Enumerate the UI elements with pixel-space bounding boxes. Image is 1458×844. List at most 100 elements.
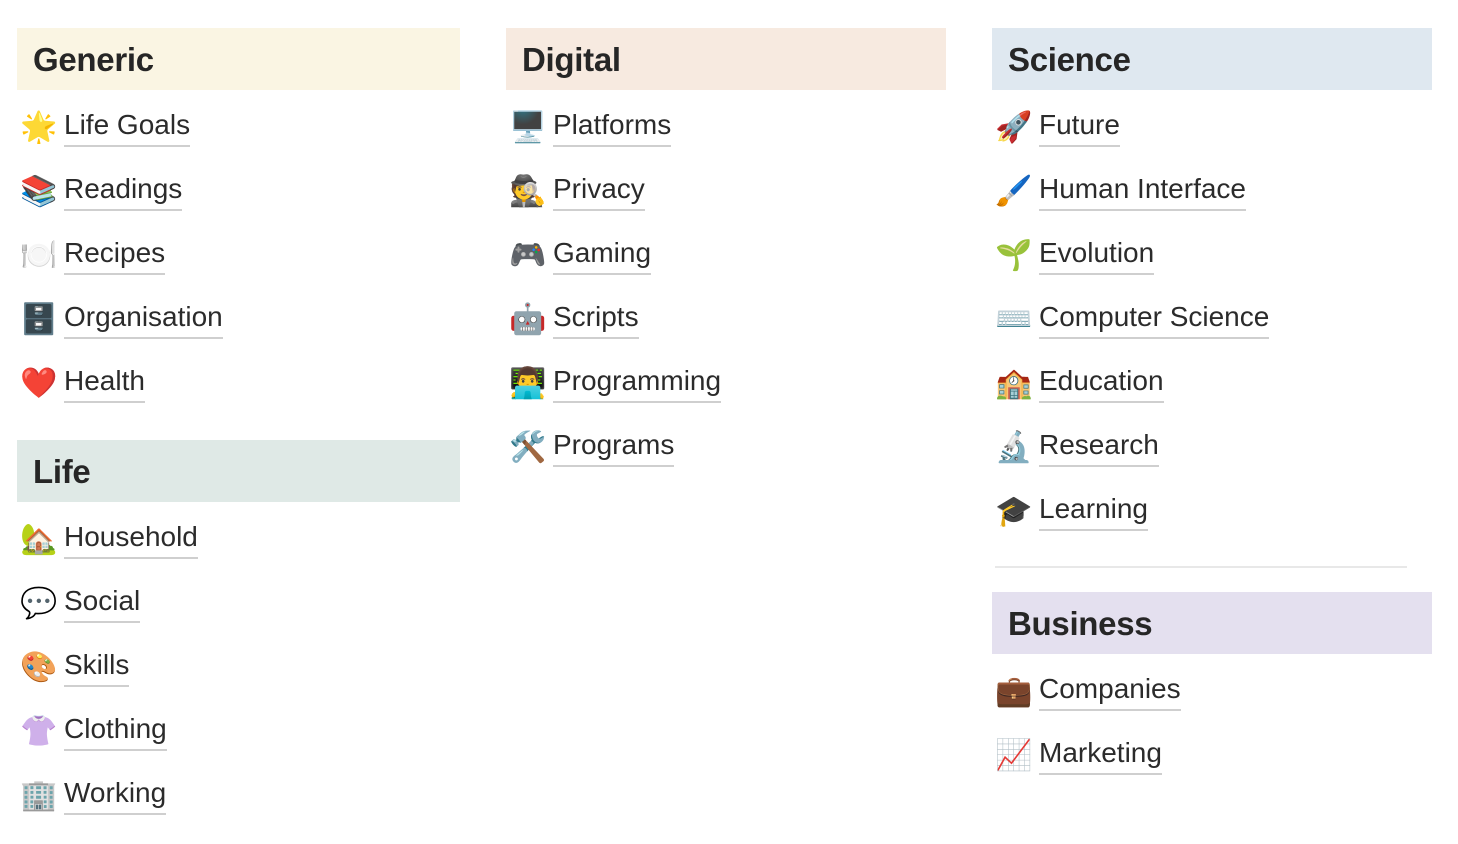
- list-item[interactable]: 🚀 Future: [992, 96, 1432, 160]
- microscope-icon: 🔬: [995, 430, 1033, 465]
- list-item[interactable]: 💼 Companies: [992, 660, 1432, 724]
- section-header-generic: Generic: [17, 28, 460, 90]
- section-header-digital: Digital: [506, 28, 946, 90]
- link-future[interactable]: Future: [1039, 109, 1120, 147]
- list-item[interactable]: 👚 Clothing: [17, 700, 460, 764]
- chart-increasing-icon: 📈: [995, 738, 1033, 773]
- list-item[interactable]: ❤️ Health: [17, 352, 460, 416]
- books-icon: 📚: [20, 174, 58, 209]
- paintbrush-icon: 🖌️: [995, 174, 1033, 209]
- list-item[interactable]: 📈 Marketing: [992, 724, 1432, 788]
- section-header-life: Life: [17, 440, 460, 502]
- link-programming[interactable]: Programming: [553, 365, 722, 403]
- section-header-business: Business: [992, 592, 1432, 654]
- link-readings[interactable]: Readings: [64, 173, 183, 211]
- link-list: 🏡 Household 💬 Social 🎨 Skills 👚 Clothing 🏢 Workin…: [17, 508, 460, 828]
- link-recipes[interactable]: Recipes: [64, 237, 166, 275]
- file-cabinet-icon: 🗄️: [20, 302, 58, 337]
- list-item[interactable]: 📚 Readings: [17, 160, 460, 224]
- red-heart-icon: ❤️: [20, 366, 58, 401]
- section-title: Digital: [522, 40, 621, 78]
- link-human-interface[interactable]: Human Interface: [1039, 173, 1246, 211]
- link-list: 🖥️ Platforms 🕵️ Privacy 🎮 Gaming 🤖 Scripts 👨‍💻 Pr…: [506, 96, 946, 480]
- list-item[interactable]: 🛠️ Programs: [506, 416, 946, 480]
- link-computer-science[interactable]: Computer Science: [1039, 301, 1270, 339]
- section-title: Generic: [33, 40, 154, 78]
- section-life: Life 🏡 Household 💬 Social 🎨 Skills 👚 Clothing 🏢 Wo…: [17, 440, 460, 828]
- link-learning[interactable]: Learning: [1039, 493, 1148, 531]
- list-item[interactable]: 🏫 Education: [992, 352, 1432, 416]
- list-item[interactable]: 🏢 Working: [17, 764, 460, 828]
- link-clothing[interactable]: Clothing: [64, 713, 167, 751]
- glowing-star-icon: 🌟: [20, 110, 58, 145]
- list-item[interactable]: 🎨 Skills: [17, 636, 460, 700]
- school-icon: 🏫: [995, 366, 1033, 401]
- detective-icon: 🕵️: [509, 174, 547, 209]
- section-business: Business 💼 Companies 📈 Marketing: [992, 592, 1432, 788]
- list-item[interactable]: 🗄️ Organisation: [17, 288, 460, 352]
- technologist-icon: 👨‍💻: [509, 366, 547, 401]
- link-social[interactable]: Social: [64, 585, 141, 623]
- list-item[interactable]: 🌟 Life Goals: [17, 96, 460, 160]
- list-item[interactable]: 💬 Social: [17, 572, 460, 636]
- list-item[interactable]: 🕵️ Privacy: [506, 160, 946, 224]
- list-item[interactable]: 🖌️ Human Interface: [992, 160, 1432, 224]
- artist-palette-icon: 🎨: [20, 650, 58, 685]
- section-title: Business: [1008, 604, 1153, 642]
- section-science: Science 🚀 Future 🖌️ Human Interface 🌱 Evolutio…: [992, 28, 1432, 568]
- fork-and-knife-with-plate-icon: 🍽️: [20, 238, 58, 273]
- video-game-controller-icon: 🎮: [509, 238, 547, 273]
- graduation-cap-icon: 🎓: [995, 494, 1033, 529]
- section-title: Life: [33, 452, 91, 490]
- link-household[interactable]: Household: [64, 521, 198, 559]
- link-skills[interactable]: Skills: [64, 649, 130, 687]
- hammer-and-wrench-icon: 🛠️: [509, 430, 547, 465]
- list-item[interactable]: 🍽️ Recipes: [17, 224, 460, 288]
- link-working[interactable]: Working: [64, 777, 167, 815]
- link-education[interactable]: Education: [1039, 365, 1164, 403]
- link-evolution[interactable]: Evolution: [1039, 237, 1155, 275]
- column-left: Generic 🌟 Life Goals 📚 Readings 🍽️ Recipes 🗄️ Or…: [0, 28, 486, 828]
- link-scripts[interactable]: Scripts: [553, 301, 639, 339]
- list-item[interactable]: 👨‍💻 Programming: [506, 352, 946, 416]
- speech-balloon-icon: 💬: [20, 586, 58, 621]
- link-privacy[interactable]: Privacy: [553, 173, 645, 211]
- section-title: Science: [1008, 40, 1131, 78]
- list-item[interactable]: 🏡 Household: [17, 508, 460, 572]
- column-right: Science 🚀 Future 🖌️ Human Interface 🌱 Evolutio…: [972, 28, 1458, 788]
- section-generic: Generic 🌟 Life Goals 📚 Readings 🍽️ Recipes 🗄️ Or…: [17, 28, 460, 416]
- womans-clothes-icon: 👚: [20, 714, 58, 749]
- desktop-computer-icon: 🖥️: [509, 110, 547, 145]
- list-item[interactable]: 🖥️ Platforms: [506, 96, 946, 160]
- list-item[interactable]: ⌨️ Computer Science: [992, 288, 1432, 352]
- link-health[interactable]: Health: [64, 365, 145, 403]
- list-item[interactable]: 🎮 Gaming: [506, 224, 946, 288]
- link-platforms[interactable]: Platforms: [553, 109, 672, 147]
- list-item[interactable]: 🤖 Scripts: [506, 288, 946, 352]
- house-with-garden-icon: 🏡: [20, 522, 58, 557]
- link-research[interactable]: Research: [1039, 429, 1159, 467]
- link-list: 🚀 Future 🖌️ Human Interface 🌱 Evolution ⌨️ Comp…: [992, 96, 1432, 544]
- column-middle: Digital 🖥️ Platforms 🕵️ Privacy 🎮 Gaming 🤖 Scrip…: [486, 28, 972, 480]
- rocket-icon: 🚀: [995, 110, 1033, 145]
- link-organisation[interactable]: Organisation: [64, 301, 223, 339]
- dashboard-board: Generic 🌟 Life Goals 📚 Readings 🍽️ Recipes 🗄️ Or…: [0, 0, 1458, 844]
- keyboard-icon: ⌨️: [995, 302, 1033, 337]
- list-item[interactable]: 🔬 Research: [992, 416, 1432, 480]
- link-programs[interactable]: Programs: [553, 429, 675, 467]
- link-companies[interactable]: Companies: [1039, 673, 1181, 711]
- link-gaming[interactable]: Gaming: [553, 237, 652, 275]
- seedling-icon: 🌱: [995, 238, 1033, 273]
- section-digital: Digital 🖥️ Platforms 🕵️ Privacy 🎮 Gaming 🤖 Scrip…: [506, 28, 946, 480]
- link-list: 💼 Companies 📈 Marketing: [992, 660, 1432, 788]
- list-item[interactable]: 🌱 Evolution: [992, 224, 1432, 288]
- section-header-science: Science: [992, 28, 1432, 90]
- link-life-goals[interactable]: Life Goals: [64, 109, 191, 147]
- office-building-icon: 🏢: [20, 778, 58, 813]
- section-divider: [995, 566, 1407, 568]
- robot-face-icon: 🤖: [509, 302, 547, 337]
- link-marketing[interactable]: Marketing: [1039, 737, 1162, 775]
- briefcase-icon: 💼: [995, 674, 1033, 709]
- list-item[interactable]: 🎓 Learning: [992, 480, 1432, 544]
- link-list: 🌟 Life Goals 📚 Readings 🍽️ Recipes 🗄️ Organisat…: [17, 96, 460, 416]
